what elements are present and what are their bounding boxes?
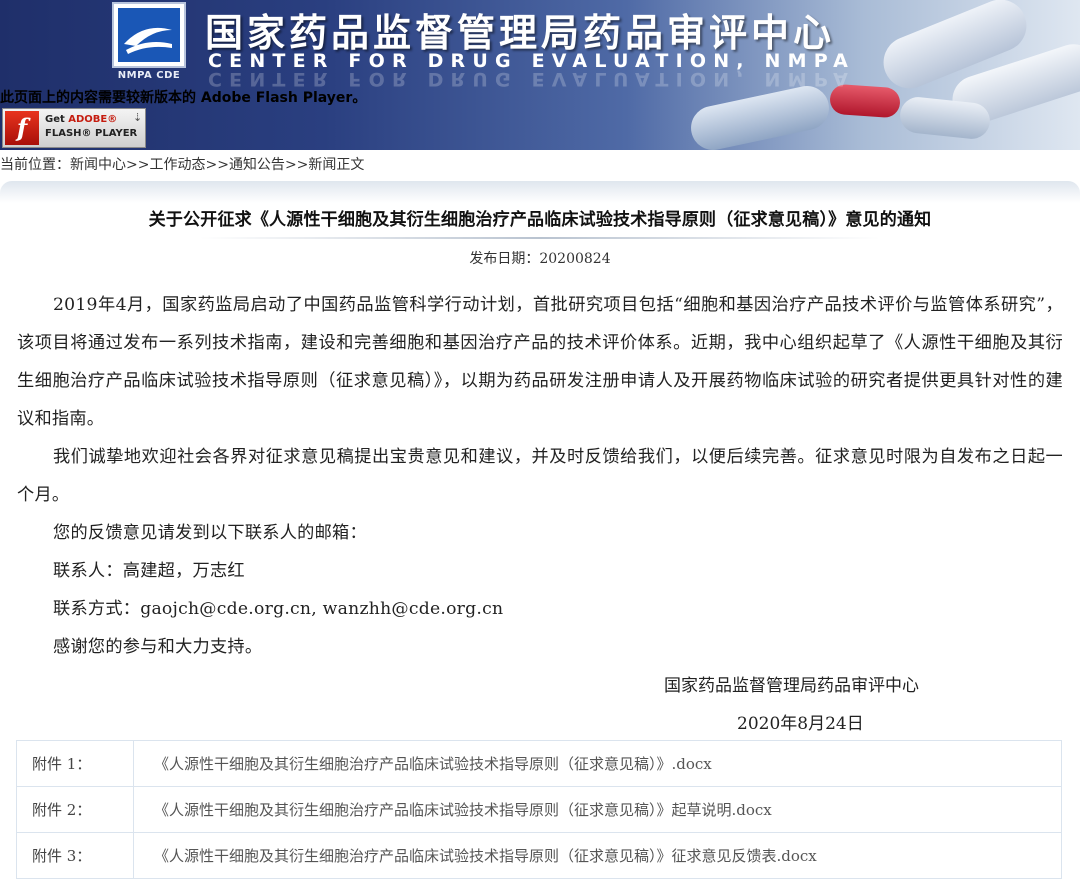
site-title-cn: 国家药品监督管理局药品审评中心 [205,11,836,55]
get-flash-player-button[interactable]: f Get ADOBE® FLASH® PLAYER ⇣ [2,108,146,148]
article-title: 关于公开征求《人源性干细胞及其衍生细胞治疗产品临床试验技术指导原则（征求意见稿）… [148,210,932,230]
attachment-cell: 《人源性干细胞及其衍生细胞治疗产品临床试验技术指导原则（征求意见稿）》.docx [133,740,1062,787]
flash-badge-line1: Get ADOBE® [45,114,118,125]
flash-badge-line2: FLASH® PLAYER [45,128,138,139]
nmpa-emblem-icon [118,8,180,62]
article-paragraph: 感谢您的参与和大力支持。 [53,637,263,657]
signature-date: 2020年8月24日 [737,714,864,734]
download-arrow-icon: ⇣ [133,111,143,124]
header-banner: NMPA CDE 国家药品监督管理局药品审评中心 CENTER FOR DRUG… [0,0,1080,150]
logo-caption: NMPA CDE [117,70,181,81]
breadcrumb-item-current: 新闻正文 [308,157,365,173]
table-row: 附件 2： 《人源性干细胞及其衍生细胞治疗产品临床试验技术指导原则（征求意见稿）… [16,786,1062,833]
article-body: 2019年4月，国家药监局启动了中国药品监管科学行动计划，首批研究项目包括“细胞… [17,286,1063,666]
table-row: 附件 1： 《人源性干细胞及其衍生细胞治疗产品临床试验技术指导原则（征求意见稿）… [16,740,1062,787]
breadcrumb-item-notices[interactable]: 通知公告 [229,157,285,173]
title-divider [200,237,880,239]
contact-emails: 联系方式：gaojch@cde.org.cn, wanzhh@cde.org.c… [53,599,504,619]
attachment-label: 附件 1： [16,740,134,787]
article-paragraph: 2019年4月，国家药监局启动了中国药品监管科学行动计划，首批研究项目包括“细胞… [17,295,1063,429]
table-row: 附件 3： 《人源性干细胞及其衍生细胞治疗产品临床试验技术指导原则（征求意见稿）… [16,832,1062,879]
signature: 国家药品监督管理局药品审评中心 [664,676,919,696]
attachment-label: 附件 2： [16,786,134,833]
contact-persons: 联系人：高建超，万志红 [53,561,245,581]
attachment-label: 附件 3： [16,832,134,879]
breadcrumb-label: 当前位置： [0,157,70,173]
breadcrumb-separator: >> [284,157,309,173]
attachments-table: 附件 1： 《人源性干细胞及其衍生细胞治疗产品临床试验技术指导原则（征求意见稿）… [16,740,1062,879]
article-paragraph: 您的反馈意见请发到以下联系人的邮箱： [53,523,367,543]
article-paragraph: 我们诚挚地欢迎社会各界对征求意见稿提出宝贵意见和建议，并及时反馈给我们，以便后续… [17,447,1063,505]
capsule-decoration [686,81,834,150]
attachment-cell: 《人源性干细胞及其衍生细胞治疗产品临床试验技术指导原则（征求意见稿）》起草说明.… [133,786,1062,833]
flash-notice: 此页面上的内容需要较新版本的 Adobe Flash Player。 [0,90,367,106]
attachment-link[interactable]: 《人源性干细胞及其衍生细胞治疗产品临床试验技术指导原则（征求意见稿）》起草说明.… [154,801,772,819]
flash-logo-icon: f [5,111,39,145]
breadcrumb: 当前位置：新闻中心>>工作动态>>通知公告>>新闻正文 [0,150,1080,181]
article-panel: 关于公开征求《人源性干细胞及其衍生细胞治疗产品临床试验技术指导原则（征求意见稿）… [0,181,1080,879]
breadcrumb-item-news-center[interactable]: 新闻中心 [70,157,126,173]
attachment-cell: 《人源性干细胞及其衍生细胞治疗产品临床试验技术指导原则（征求意见稿）》征求意见反… [133,832,1062,879]
attachment-link[interactable]: 《人源性干细胞及其衍生细胞治疗产品临床试验技术指导原则（征求意见稿）》.docx [154,755,712,773]
publish-date: 发布日期：20200824 [469,251,611,267]
nmpa-logo[interactable] [112,2,186,68]
breadcrumb-separator: >> [126,157,150,173]
breadcrumb-item-work-updates[interactable]: 工作动态 [149,157,205,173]
breadcrumb-separator: >> [205,157,229,173]
attachment-link[interactable]: 《人源性干细胞及其衍生细胞治疗产品临床试验技术指导原则（征求意见稿）》征求意见反… [154,847,817,865]
